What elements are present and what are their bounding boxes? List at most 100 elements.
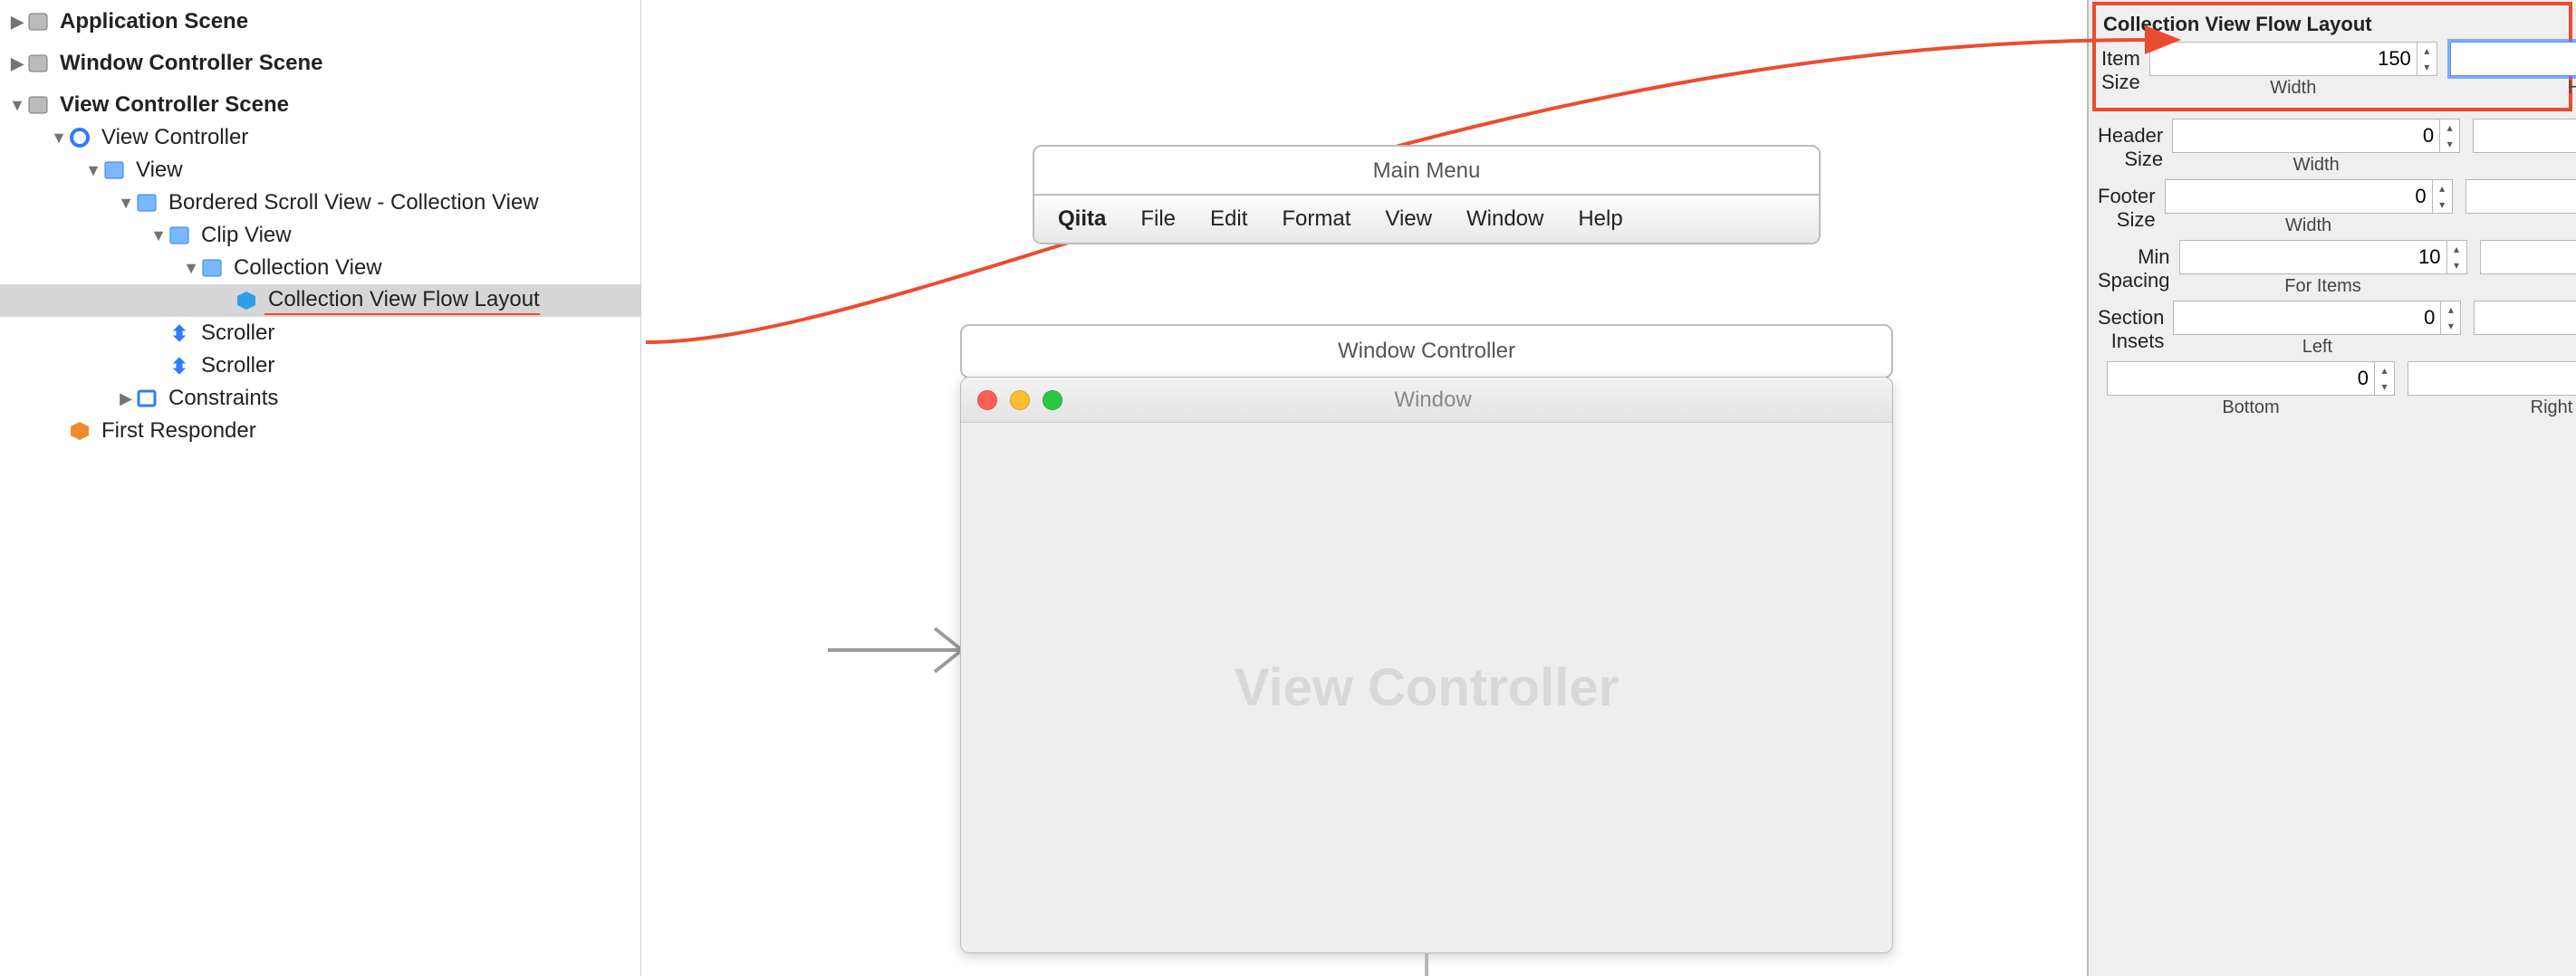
outline-label: Scroller (197, 353, 274, 378)
spacing-lines-field[interactable]: ▴▾ (2480, 240, 2576, 274)
stepper[interactable]: ▴▾ (2432, 180, 2452, 213)
chevron-up-icon[interactable]: ▴ (2417, 43, 2437, 59)
menu-view[interactable]: View (1385, 206, 1432, 232)
spacing-lines-input[interactable] (2481, 245, 2576, 269)
footer-height-input[interactable] (2466, 185, 2576, 208)
section-insets-row-2: ▴▾ Bottom ▴▾ Right (2098, 361, 2567, 418)
disclosure-icon[interactable]: ▼ (9, 96, 25, 115)
window-titlebar: Window (961, 378, 1892, 423)
outline-label: View Controller (98, 125, 248, 150)
scene-label: Window Controller Scene (56, 51, 322, 76)
header-width-field[interactable]: ▴▾ (2172, 119, 2460, 153)
chevron-up-icon[interactable]: ▴ (2440, 120, 2459, 136)
close-icon[interactable] (977, 390, 997, 410)
menu-edit[interactable]: Edit (1210, 206, 1247, 232)
inset-top-input[interactable] (2475, 306, 2576, 330)
chevron-up-icon[interactable]: ▴ (2441, 301, 2460, 318)
scrollview-icon (134, 191, 159, 215)
sublabel: Right (2531, 397, 2573, 418)
outline-first-responder[interactable]: First Responder (0, 415, 640, 447)
chevron-down-icon[interactable]: ▾ (2433, 196, 2452, 213)
outline-collection-view[interactable]: ▼ Collection View (0, 252, 640, 284)
scene-window-controller[interactable]: ▶ Window Controller Scene (0, 47, 640, 80)
item-size-row: Item Size ▴▾ Width ▴▾ He (2101, 42, 2563, 99)
document-outline[interactable]: ▶ Application Scene ▶ Window Controller … (0, 0, 641, 976)
traffic-lights (977, 390, 1062, 410)
inset-left-field[interactable]: ▴▾ (2173, 301, 2461, 335)
stepper[interactable]: ▴▾ (2417, 43, 2437, 75)
chevron-up-icon[interactable]: ▴ (2447, 241, 2466, 257)
spacing-items-input[interactable] (2180, 245, 2446, 269)
chevron-down-icon[interactable]: ▾ (2417, 59, 2437, 75)
chevron-up-icon[interactable]: ▴ (2375, 362, 2394, 378)
main-menu-scene[interactable]: Main Menu Qiita File Edit Format View Wi… (1033, 145, 1821, 244)
sublabel: Left (2302, 337, 2332, 358)
chevron-up-icon[interactable]: ▴ (2433, 180, 2452, 196)
zoom-icon[interactable] (1043, 390, 1062, 410)
inset-bottom-input[interactable] (2108, 367, 2374, 390)
menu-window[interactable]: Window (1466, 206, 1543, 232)
chevron-down-icon[interactable]: ▾ (2441, 318, 2460, 334)
outline-collection-view-flow-layout[interactable]: Collection View Flow Layout (0, 284, 640, 317)
inset-top-field[interactable]: ▴▾ (2474, 301, 2576, 335)
item-width-input[interactable] (2150, 47, 2417, 71)
header-height-field[interactable]: ▴▾ (2473, 119, 2576, 153)
scene-application[interactable]: ▶ Application Scene (0, 5, 640, 38)
stepper[interactable]: ▴▾ (2440, 301, 2460, 334)
interface-builder-canvas[interactable]: Main Menu Qiita File Edit Format View Wi… (641, 0, 2087, 976)
inset-right-field[interactable]: ▴▾ (2408, 361, 2576, 396)
outline-label: Clip View (197, 223, 292, 248)
outline-scroller-2[interactable]: Scroller (0, 349, 640, 382)
outline-view-controller[interactable]: ▼ View Controller (0, 121, 640, 154)
spacing-items-field[interactable]: ▴▾ (2179, 240, 2467, 274)
inset-right-input[interactable] (2408, 367, 2576, 390)
item-width-field[interactable]: ▴▾ (2149, 42, 2437, 76)
window-content[interactable]: View Controller (961, 423, 1892, 952)
menu-app[interactable]: Qiita (1058, 206, 1106, 232)
row-label: Header Size (2098, 124, 2172, 171)
item-height-input[interactable] (2451, 47, 2576, 71)
disclosure-icon[interactable]: ▶ (9, 54, 25, 73)
outline-label: Scroller (197, 321, 274, 346)
scene-icon (25, 93, 51, 117)
outline-view[interactable]: ▼ View (0, 154, 640, 187)
disclosure-icon[interactable]: ▶ (118, 389, 134, 408)
sublabel: Width (2293, 155, 2340, 176)
scene-view-controller[interactable]: ▼ View Controller Scene (0, 89, 640, 121)
header-height-input[interactable] (2474, 124, 2576, 148)
stepper[interactable]: ▴▾ (2446, 241, 2466, 273)
outline-label: View (132, 158, 183, 183)
minimize-icon[interactable] (1010, 390, 1030, 410)
sublabel: Width (2270, 78, 2316, 99)
chevron-down-icon[interactable]: ▾ (2440, 136, 2459, 152)
disclosure-icon[interactable]: ▼ (85, 161, 101, 180)
row-label: Footer Size (2098, 185, 2165, 232)
inset-bottom-field[interactable]: ▴▾ (2107, 361, 2395, 396)
outline-scroller-1[interactable]: Scroller (0, 317, 640, 349)
footer-width-field[interactable]: ▴▾ (2165, 179, 2453, 214)
header-width-input[interactable] (2173, 124, 2439, 148)
item-height-field[interactable]: ▴▾ (2450, 42, 2576, 76)
window-controller-scene[interactable]: Window Controller Window View Controller (960, 324, 1893, 976)
chevron-down-icon[interactable]: ▾ (2447, 257, 2466, 273)
menu-file[interactable]: File (1140, 206, 1176, 232)
disclosure-icon[interactable]: ▼ (51, 129, 67, 148)
outline-bordered-scroll-view[interactable]: ▼ Bordered Scroll View - Collection View (0, 187, 640, 219)
outline-clip-view[interactable]: ▼ Clip View (0, 219, 640, 252)
disclosure-icon[interactable]: ▶ (9, 13, 25, 32)
menu-format[interactable]: Format (1282, 206, 1350, 232)
view-controller-placeholder: View Controller (1235, 657, 1619, 718)
size-inspector[interactable]: Collection View Flow Layout Item Size ▴▾… (2087, 0, 2576, 976)
disclosure-icon[interactable]: ▼ (183, 259, 199, 278)
chevron-down-icon[interactable]: ▾ (2375, 378, 2394, 395)
window-preview[interactable]: Window View Controller (960, 377, 1893, 953)
stepper[interactable]: ▴▾ (2439, 120, 2459, 152)
stepper[interactable]: ▴▾ (2374, 362, 2394, 395)
inset-left-input[interactable] (2174, 306, 2440, 330)
outline-constraints[interactable]: ▶ Constraints (0, 382, 640, 415)
menu-help[interactable]: Help (1578, 206, 1622, 232)
disclosure-icon[interactable]: ▼ (150, 226, 167, 245)
footer-width-input[interactable] (2166, 185, 2432, 208)
footer-height-field[interactable]: ▴▾ (2465, 179, 2576, 214)
disclosure-icon[interactable]: ▼ (118, 194, 134, 213)
